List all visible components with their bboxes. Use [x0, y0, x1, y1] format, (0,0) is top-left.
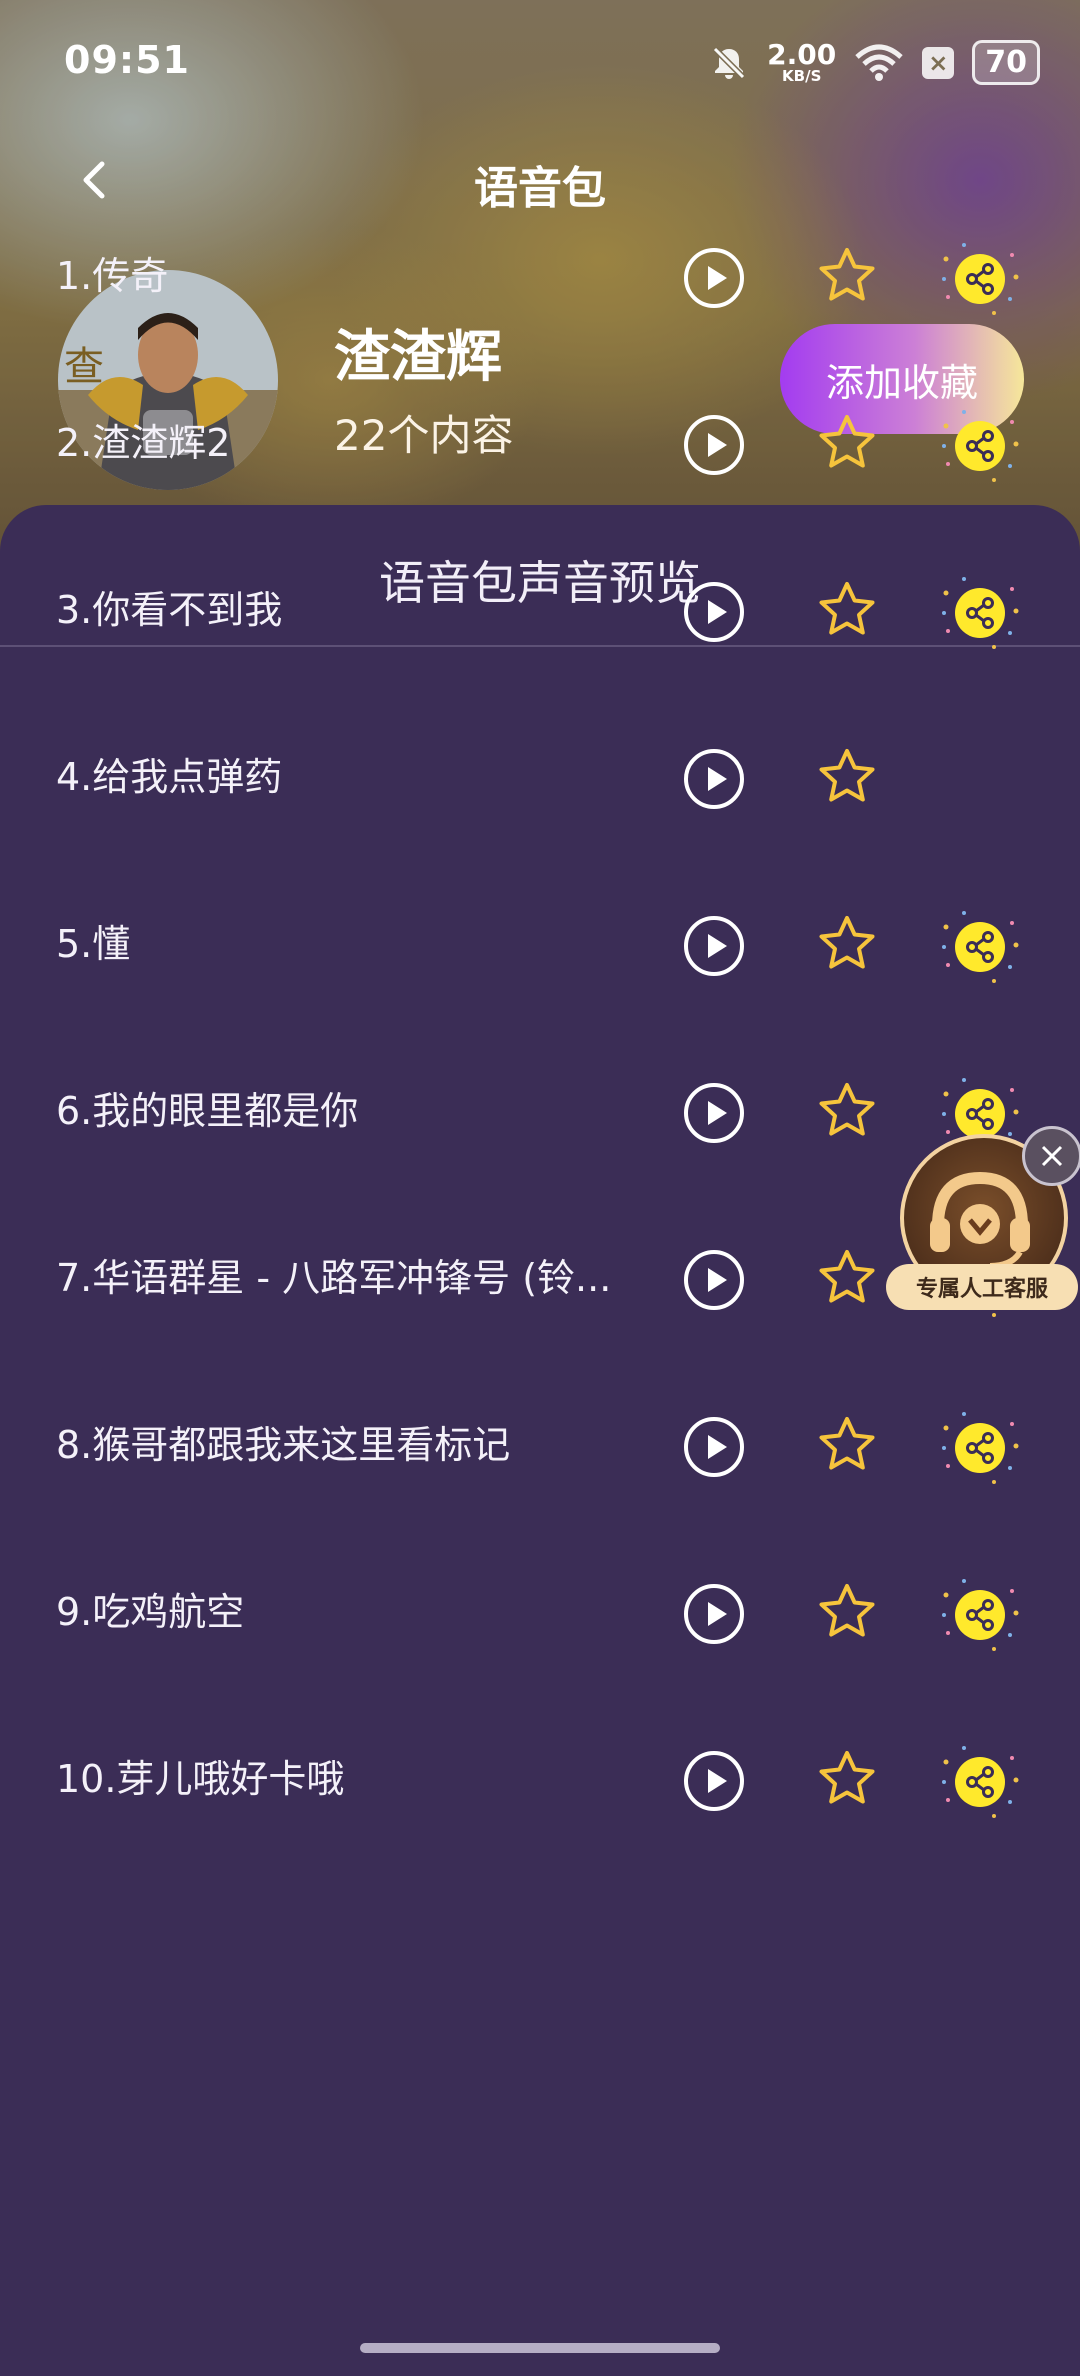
mute-bell-icon	[713, 46, 746, 79]
play-icon[interactable]	[682, 1248, 746, 1312]
play-icon[interactable]	[682, 747, 746, 811]
star-icon[interactable]	[815, 578, 879, 642]
play-icon[interactable]	[682, 1415, 746, 1479]
play-icon[interactable]	[682, 1582, 746, 1646]
list-item[interactable]: 1.传奇	[0, 228, 1080, 348]
list-item[interactable]: 3.你看不到我	[0, 562, 1080, 682]
share-icon[interactable]	[934, 1402, 1024, 1492]
status-time: 09:51	[64, 38, 190, 82]
play-icon[interactable]	[682, 246, 746, 310]
status-icons: 2.00 KB/S × 70	[709, 40, 1040, 85]
network-speed-value: 2.00	[767, 38, 837, 71]
share-icon[interactable]	[934, 567, 1024, 657]
list-item[interactable]: 4.给我点弹药	[0, 729, 1080, 849]
list-item[interactable]: 9.吃鸡航空	[0, 1564, 1080, 1684]
list-item-label: 5.懂	[56, 922, 131, 966]
star-icon[interactable]	[815, 1413, 879, 1477]
customer-service-label: 专属人工客服	[886, 1264, 1078, 1310]
svg-text:查: 查	[64, 344, 104, 390]
battery-indicator: 70	[972, 40, 1040, 85]
close-button[interactable]	[1022, 1126, 1080, 1186]
list-item-label: 6.我的眼里都是你	[56, 1089, 359, 1133]
list-item-label: 2.渣渣辉2	[56, 421, 231, 465]
list-item-label: 4.给我点弹药	[56, 755, 283, 799]
share-icon[interactable]	[934, 400, 1024, 490]
list-item[interactable]: 8.猴哥都跟我来这里看标记	[0, 1397, 1080, 1517]
list-item-label: 3.你看不到我	[56, 588, 283, 632]
play-icon[interactable]	[682, 914, 746, 978]
network-speed-unit: KB/S	[782, 67, 822, 85]
status-bar: 09:51 2.00 KB/S × 70	[0, 0, 1080, 120]
close-icon	[1041, 1145, 1063, 1167]
star-icon[interactable]	[815, 1747, 879, 1811]
share-icon[interactable]	[934, 233, 1024, 323]
list-item[interactable]: 5.懂	[0, 896, 1080, 1016]
list-item-label: 7.华语群星 - 八路军冲锋号 (铃...	[56, 1256, 612, 1300]
network-speed: 2.00 KB/S	[767, 41, 836, 84]
share-icon[interactable]	[934, 901, 1024, 991]
star-icon[interactable]	[815, 244, 879, 308]
star-icon[interactable]	[815, 1246, 879, 1310]
play-icon[interactable]	[682, 1081, 746, 1145]
share-icon[interactable]	[934, 1736, 1024, 1826]
play-icon[interactable]	[682, 1749, 746, 1813]
wifi-icon	[855, 44, 903, 81]
list-item[interactable]: 2.渣渣辉2	[0, 395, 1080, 515]
list-item-label: 10.芽儿哦好卡哦	[56, 1757, 345, 1801]
star-icon[interactable]	[815, 1580, 879, 1644]
play-icon[interactable]	[682, 580, 746, 644]
star-icon[interactable]	[815, 912, 879, 976]
star-icon[interactable]	[815, 745, 879, 809]
list-item-label: 9.吃鸡航空	[56, 1590, 245, 1634]
list-item-label: 8.猴哥都跟我来这里看标记	[56, 1423, 511, 1467]
star-icon[interactable]	[815, 1079, 879, 1143]
home-indicator[interactable]	[360, 2343, 720, 2353]
page-title: 语音包	[474, 163, 606, 214]
play-icon[interactable]	[682, 413, 746, 477]
star-icon[interactable]	[815, 411, 879, 475]
sim-icon: ×	[922, 46, 955, 79]
share-icon[interactable]	[934, 1569, 1024, 1659]
list-item[interactable]: 10.芽儿哦好卡哦	[0, 1731, 1080, 1851]
list-item-label: 1.传奇	[56, 254, 169, 298]
